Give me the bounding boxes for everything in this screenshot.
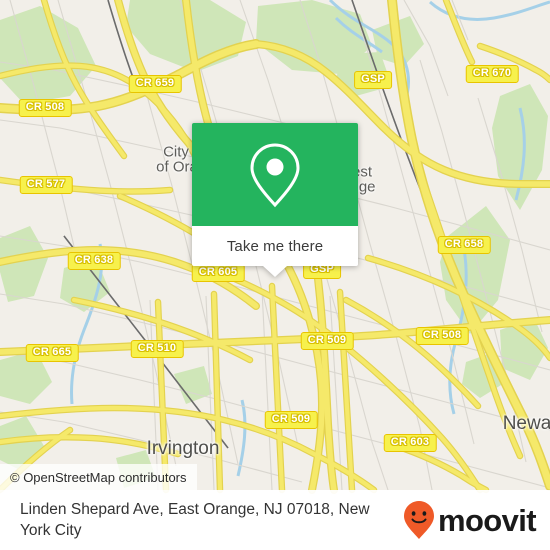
road-shield: CR 509 [264,411,318,429]
osm-attribution[interactable]: © OpenStreetMap contributors [0,464,197,490]
footer-bar: Linden Shepard Ave, East Orange, NJ 0701… [0,490,550,550]
place-label-irvington: Irvington [146,438,220,459]
road-shield: GSP [354,71,392,89]
road-shield: CR 605 [191,264,245,282]
road-shield: CR 577 [19,176,73,194]
map-pin-icon [250,142,300,207]
take-me-there-label: Take me there [226,237,324,255]
road-shield: CR 508 [415,327,469,345]
popup-icon-area [192,123,358,226]
moovit-logo[interactable]: moovit [402,500,537,540]
map-canvas[interactable]: CR 659 CR 508 CR 670 GSP CR 577 CR 658 C… [0,0,550,490]
road-shield: CR 603 [383,434,437,452]
place-label-newark: Newa [502,413,550,434]
road-shield: CR 670 [465,65,519,83]
popup-tail [263,266,287,277]
road-shield: CR 658 [437,236,491,254]
road-shield: CR 659 [128,75,182,93]
road-shield: CR 638 [67,252,121,270]
moovit-smiley-pin-icon [403,501,434,539]
address-text: Linden Shepard Ave, East Orange, NJ 0701… [20,501,370,539]
road-shield: CR 509 [300,332,354,350]
moovit-wordmark: moovit [437,502,537,538]
take-me-there-popup[interactable]: Take me there [192,123,358,277]
take-me-there-button[interactable]: Take me there [192,226,358,277]
road-shield: CR 665 [25,344,79,362]
road-shield: CR 508 [18,99,72,117]
moovit-map-screenshot: CR 659 CR 508 CR 670 GSP CR 577 CR 658 C… [0,0,550,550]
road-shield: CR 510 [130,340,184,358]
